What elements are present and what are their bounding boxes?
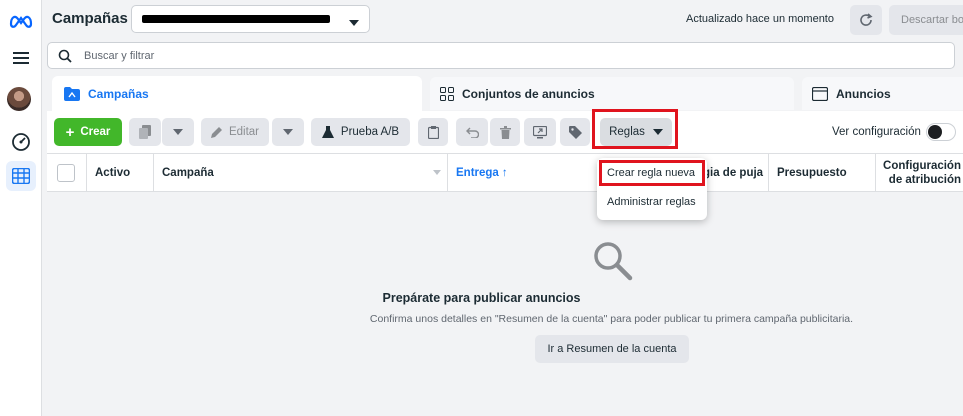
tab-ad-sets-label: Conjuntos de anuncios — [462, 86, 595, 101]
select-all-cell — [47, 154, 86, 191]
duplicate-button[interactable] — [129, 118, 161, 146]
menu-item-manage-rules[interactable]: Administrar reglas — [597, 189, 707, 215]
ab-test-label: Prueba A/B — [340, 126, 400, 138]
preview-icon — [533, 125, 547, 138]
left-nav-rail — [0, 0, 42, 416]
meta-logo-icon[interactable] — [6, 6, 36, 36]
tab-campaigns-label: Campañas — [88, 87, 149, 101]
table-header: Activo Campaña Entrega ↑ gia de puja Pre… — [47, 153, 963, 192]
create-rule-highlight-box — [599, 160, 705, 186]
column-label: gia de puja — [703, 166, 764, 179]
column-label: Campaña — [162, 166, 214, 179]
go-to-account-summary-button[interactable]: Ir a Resumen de la cuenta — [535, 335, 689, 363]
undo-icon — [465, 127, 479, 138]
column-header-campaign[interactable]: Campaña — [153, 154, 447, 191]
clipboard-button[interactable] — [418, 118, 448, 146]
column-header-attribution[interactable]: Configuración de atribución — [875, 154, 963, 191]
duplicate-dropdown-button[interactable] — [162, 118, 194, 146]
page-title: Campañas — [52, 10, 128, 27]
column-label: Activo — [95, 166, 131, 179]
ab-test-button[interactable]: Prueba A/B — [311, 118, 410, 146]
column-label: Presupuesto — [777, 166, 847, 179]
empty-state-description: Confirma unos detalles en "Resumen de la… — [369, 313, 854, 325]
view-config-label: Ver configuración — [832, 126, 921, 138]
avatar[interactable] — [7, 87, 31, 111]
pencil-icon — [210, 127, 222, 138]
column-label: Configuración — [883, 159, 961, 172]
create-label: Crear — [80, 126, 111, 138]
refresh-button[interactable] — [850, 5, 882, 35]
search-input[interactable] — [84, 43, 484, 68]
select-all-checkbox[interactable] — [57, 163, 75, 182]
rules-highlight-box — [592, 109, 678, 149]
duplicate-icon — [139, 125, 151, 139]
tag-icon — [568, 125, 582, 139]
updated-status-text: Actualizado hace un momento — [686, 13, 834, 25]
refresh-icon — [860, 13, 873, 26]
column-header-active[interactable]: Activo — [86, 154, 153, 191]
discard-drafts-button[interactable]: Descartar bo — [889, 5, 963, 35]
edit-label: Editar — [228, 126, 260, 138]
window-icon — [812, 86, 828, 101]
undo-button[interactable] — [456, 118, 488, 146]
preview-button[interactable] — [524, 118, 556, 146]
column-label: Entrega — [456, 166, 499, 179]
sort-ascending-icon: ↑ — [501, 166, 508, 179]
delete-button[interactable] — [490, 118, 520, 146]
toggle-knob — [928, 125, 942, 139]
tab-ads-label: Anuncios — [836, 86, 891, 101]
tab-ad-sets[interactable]: Conjuntos de anuncios — [430, 77, 794, 110]
account-select[interactable] — [131, 5, 370, 33]
caret-down-icon — [283, 129, 293, 135]
column-header-budget[interactable]: Presupuesto — [768, 154, 875, 191]
edit-button[interactable]: Editar — [201, 118, 269, 146]
plus-icon: + — [65, 123, 75, 141]
search-icon — [58, 49, 72, 66]
gauge-icon[interactable] — [6, 127, 36, 157]
edit-dropdown-button[interactable] — [272, 118, 304, 146]
table-grid-icon[interactable] — [6, 161, 36, 191]
clipboard-icon — [427, 125, 439, 139]
caret-down-icon — [433, 170, 441, 175]
menu-icon[interactable] — [6, 43, 36, 73]
search-magnifier-icon — [592, 240, 634, 285]
create-button[interactable]: + Crear — [54, 118, 122, 146]
empty-state-title: Prepárate para publicar anuncios — [382, 291, 581, 305]
view-config-toggle[interactable] — [926, 123, 956, 141]
grid-icon — [440, 86, 454, 101]
caret-down-icon — [173, 129, 183, 135]
chevron-down-icon — [349, 15, 359, 29]
flask-icon — [321, 126, 334, 138]
account-name-redacted — [142, 15, 330, 23]
search-bar[interactable] — [47, 42, 955, 69]
tag-button[interactable] — [560, 118, 590, 146]
tab-campaigns[interactable]: Campañas — [52, 76, 422, 112]
trash-icon — [499, 125, 511, 139]
tab-ads[interactable]: Anuncios — [802, 77, 963, 110]
folder-icon — [64, 87, 80, 101]
column-label: de atribución — [888, 173, 961, 186]
